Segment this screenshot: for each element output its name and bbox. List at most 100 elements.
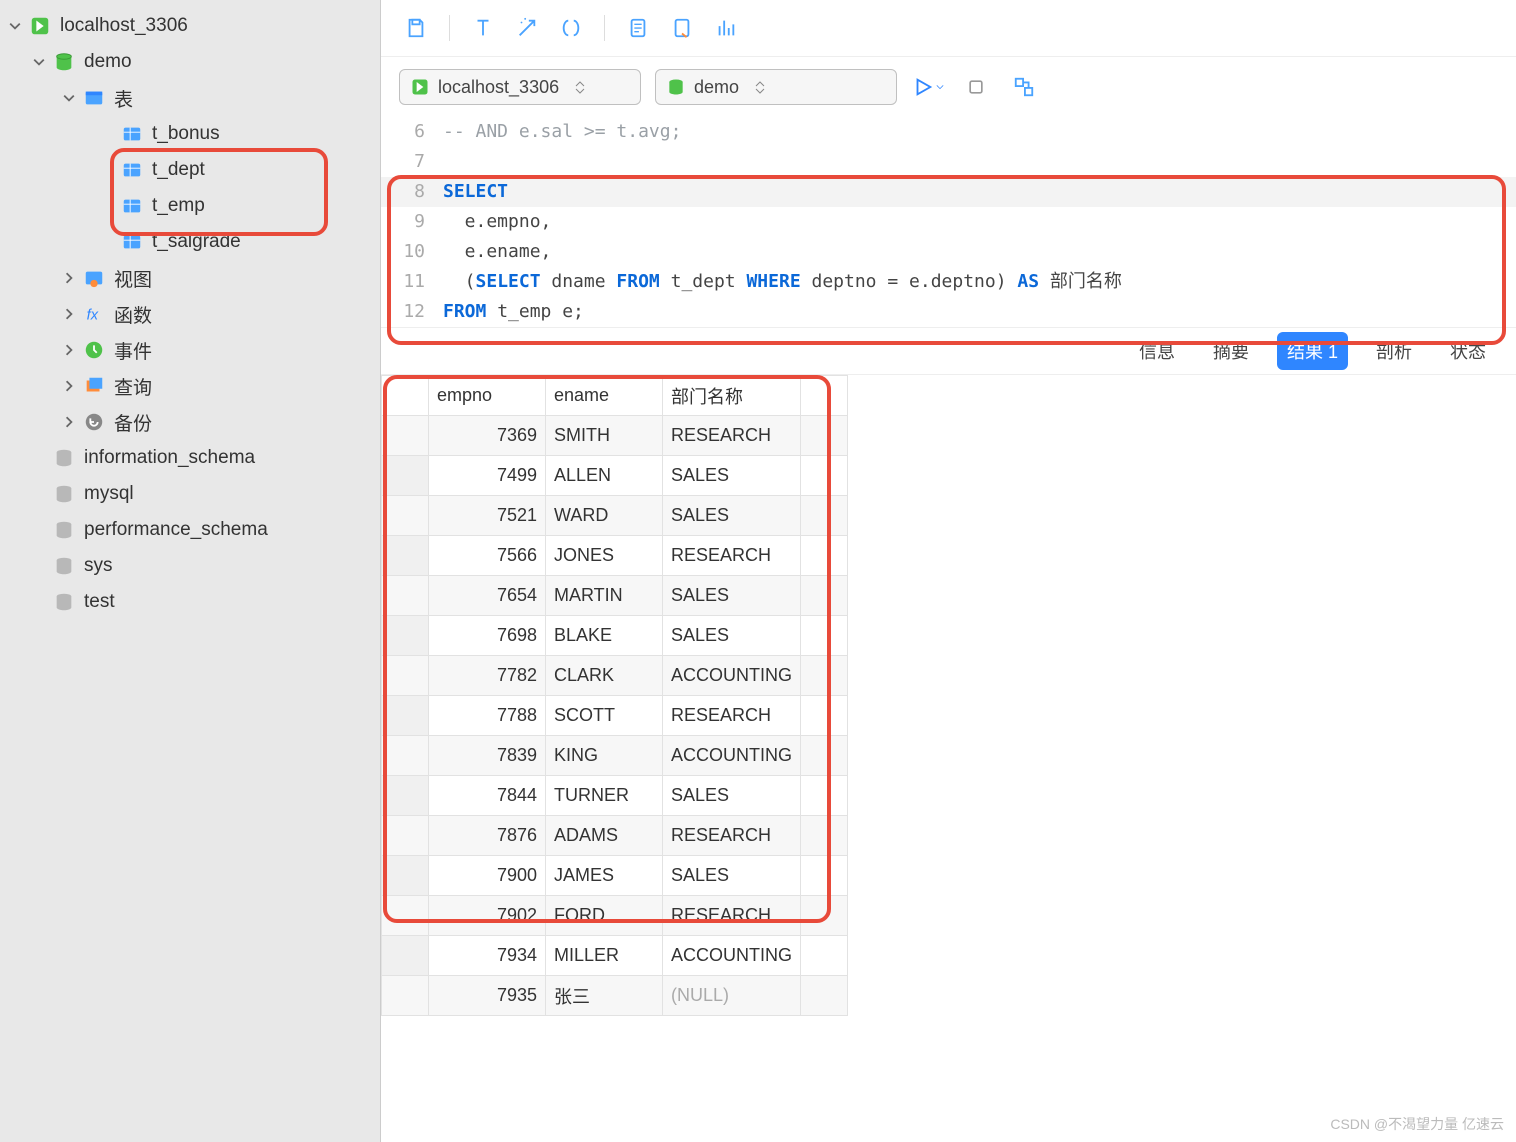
chevron-right-icon: [60, 341, 78, 359]
table-row[interactable]: 7654MARTINSALES: [382, 576, 848, 616]
tree-views[interactable]: 视图: [0, 260, 380, 296]
document-icon[interactable]: [621, 11, 655, 45]
table-icon: [120, 230, 144, 254]
brackets-icon[interactable]: [554, 11, 588, 45]
tree-db-test[interactable]: test: [0, 584, 380, 620]
db-label: information_schema: [84, 447, 255, 469]
table-row[interactable]: 7782CLARKACCOUNTING: [382, 656, 848, 696]
col-部门名称[interactable]: 部门名称: [663, 376, 801, 416]
results-pane: empnoename部门名称7369SMITHRESEARCH7499ALLEN…: [381, 375, 1516, 1142]
table-row[interactable]: 7566JONESRESEARCH: [382, 536, 848, 576]
tree-queries[interactable]: 查询: [0, 368, 380, 404]
tab-status[interactable]: 状态: [1440, 332, 1496, 370]
db-label: demo: [84, 51, 132, 73]
table-row[interactable]: 7935张三(NULL): [382, 976, 848, 1016]
run-button[interactable]: [911, 70, 945, 104]
table-label: t_salgrade: [152, 231, 241, 253]
database-icon: [52, 482, 76, 506]
tab-profile[interactable]: 剖析: [1366, 332, 1422, 370]
tree-events[interactable]: 事件: [0, 332, 380, 368]
chevron-right-icon: [60, 377, 78, 395]
table-row[interactable]: 7900JAMESSALES: [382, 856, 848, 896]
tree-table-t_salgrade[interactable]: t_salgrade: [0, 224, 380, 260]
db-label: performance_schema: [84, 519, 268, 541]
folder-label: 视图: [114, 265, 152, 292]
chevron-down-icon: [30, 53, 48, 71]
table-row[interactable]: 7844TURNERSALES: [382, 776, 848, 816]
db-label: sys: [84, 555, 113, 577]
table-row[interactable]: 7499ALLENSALES: [382, 456, 848, 496]
tree-functions[interactable]: fx 函数: [0, 296, 380, 332]
queries-icon: [82, 374, 106, 398]
tree-backups[interactable]: 备份: [0, 404, 380, 440]
backups-icon: [82, 410, 106, 434]
save-icon[interactable]: [399, 11, 433, 45]
folder-label: 备份: [114, 409, 152, 436]
database-icon: [52, 50, 76, 74]
table-folder-icon: [82, 86, 106, 110]
db-label: test: [84, 591, 115, 613]
views-icon: [82, 266, 106, 290]
tree-table-t_bonus[interactable]: t_bonus: [0, 116, 380, 152]
table-row[interactable]: 7788SCOTTRESEARCH: [382, 696, 848, 736]
table-row[interactable]: 7521WARDSALES: [382, 496, 848, 536]
database-icon: [52, 554, 76, 578]
table-row[interactable]: 7934MILLERACCOUNTING: [382, 936, 848, 976]
tree-db-sys[interactable]: sys: [0, 548, 380, 584]
table-row[interactable]: 7369SMITHRESEARCH: [382, 416, 848, 456]
connection-selector-label: localhost_3306: [438, 77, 559, 98]
tab-summary[interactable]: 摘要: [1203, 332, 1259, 370]
chevron-right-icon: [60, 269, 78, 287]
format-icon[interactable]: [466, 11, 500, 45]
export-icon[interactable]: [665, 11, 699, 45]
db-label: mysql: [84, 483, 134, 505]
tree-db-information_schema[interactable]: information_schema: [0, 440, 380, 476]
tab-info[interactable]: 信息: [1129, 332, 1185, 370]
sidebar: localhost_3306 demo 表 t_bonus t_dept t_emp…: [0, 0, 381, 1142]
explain-icon[interactable]: [1007, 70, 1041, 104]
chart-icon[interactable]: [709, 11, 743, 45]
table-row[interactable]: 7698BLAKESALES: [382, 616, 848, 656]
col-ename[interactable]: ename: [546, 376, 663, 416]
table-label: t_dept: [152, 159, 205, 181]
database-selector[interactable]: demo: [655, 69, 897, 105]
result-tabs: 信息 摘要 结果 1 剖析 状态: [381, 328, 1516, 375]
tree-connection[interactable]: localhost_3306: [0, 8, 380, 44]
chevron-down-icon: [6, 17, 24, 35]
svg-text:fx: fx: [87, 308, 99, 324]
tree-db-performance_schema[interactable]: performance_schema: [0, 512, 380, 548]
stepper-icon: [755, 81, 769, 94]
table-row[interactable]: 7876ADAMSRESEARCH: [382, 816, 848, 856]
results-table[interactable]: empnoename部门名称7369SMITHRESEARCH7499ALLEN…: [381, 375, 848, 1016]
row-header: [382, 376, 429, 416]
chevron-right-icon: [60, 305, 78, 323]
functions-icon: fx: [82, 302, 106, 326]
folder-label: 函数: [114, 301, 152, 328]
connection-icon: [28, 14, 52, 38]
tree-table-t_emp[interactable]: t_emp: [0, 188, 380, 224]
table-row[interactable]: 7839KINGACCOUNTING: [382, 736, 848, 776]
stepper-icon: [575, 81, 589, 94]
main-area: localhost_3306 demo 6-- AND e.sal >= t.a…: [381, 0, 1516, 1142]
magic-icon[interactable]: [510, 11, 544, 45]
table-row[interactable]: 7902FORDRESEARCH: [382, 896, 848, 936]
table-label: t_emp: [152, 195, 205, 217]
database-icon: [52, 446, 76, 470]
sql-editor[interactable]: 6-- AND e.sal >= t.avg;78SELECT9 e.empno…: [381, 117, 1516, 328]
tree-db-demo[interactable]: demo: [0, 44, 380, 80]
connection-selector[interactable]: localhost_3306: [399, 69, 641, 105]
selector-row: localhost_3306 demo: [381, 57, 1516, 117]
tree-table-t_dept[interactable]: t_dept: [0, 152, 380, 188]
database-selector-label: demo: [694, 77, 739, 98]
tree-tables-folder[interactable]: 表: [0, 80, 380, 116]
connection-label: localhost_3306: [60, 15, 188, 37]
database-icon: [52, 518, 76, 542]
tab-result[interactable]: 结果 1: [1277, 332, 1348, 370]
connection-icon: [410, 77, 430, 97]
tree-db-mysql[interactable]: mysql: [0, 476, 380, 512]
stop-button[interactable]: [959, 70, 993, 104]
database-icon: [52, 590, 76, 614]
folder-label: 事件: [114, 337, 152, 364]
toolbar: [381, 0, 1516, 57]
col-empno[interactable]: empno: [429, 376, 546, 416]
